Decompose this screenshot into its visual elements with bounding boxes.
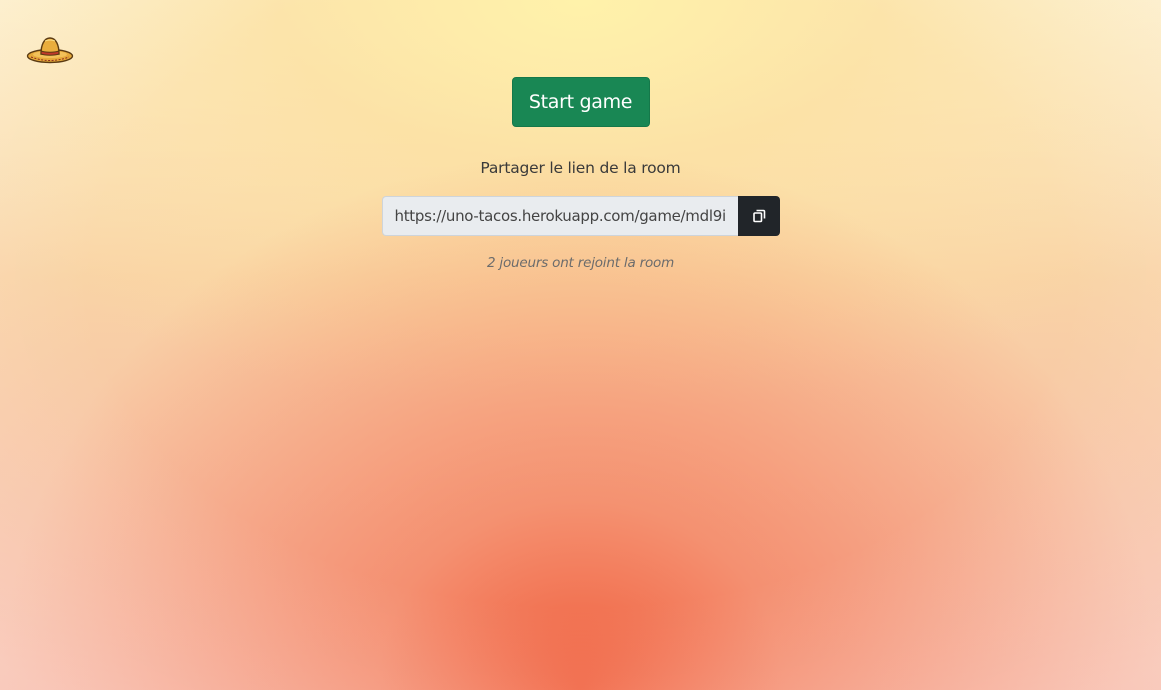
- page: { "header": { "logo_icon": "sombrero-ico…: [0, 0, 1161, 690]
- room-link-group: [381, 196, 780, 236]
- players-joined-status: 2 joueurs ont rejoint la room: [486, 255, 675, 271]
- copy-icon: [752, 209, 765, 223]
- copy-link-button[interactable]: [737, 196, 780, 236]
- lobby-panel: Start game Partager le lien de la room 2…: [0, 0, 1161, 272]
- room-link-input[interactable]: [381, 196, 738, 236]
- start-game-button[interactable]: Start game: [511, 77, 650, 127]
- share-link-label: Partager le lien de la room: [480, 159, 681, 177]
